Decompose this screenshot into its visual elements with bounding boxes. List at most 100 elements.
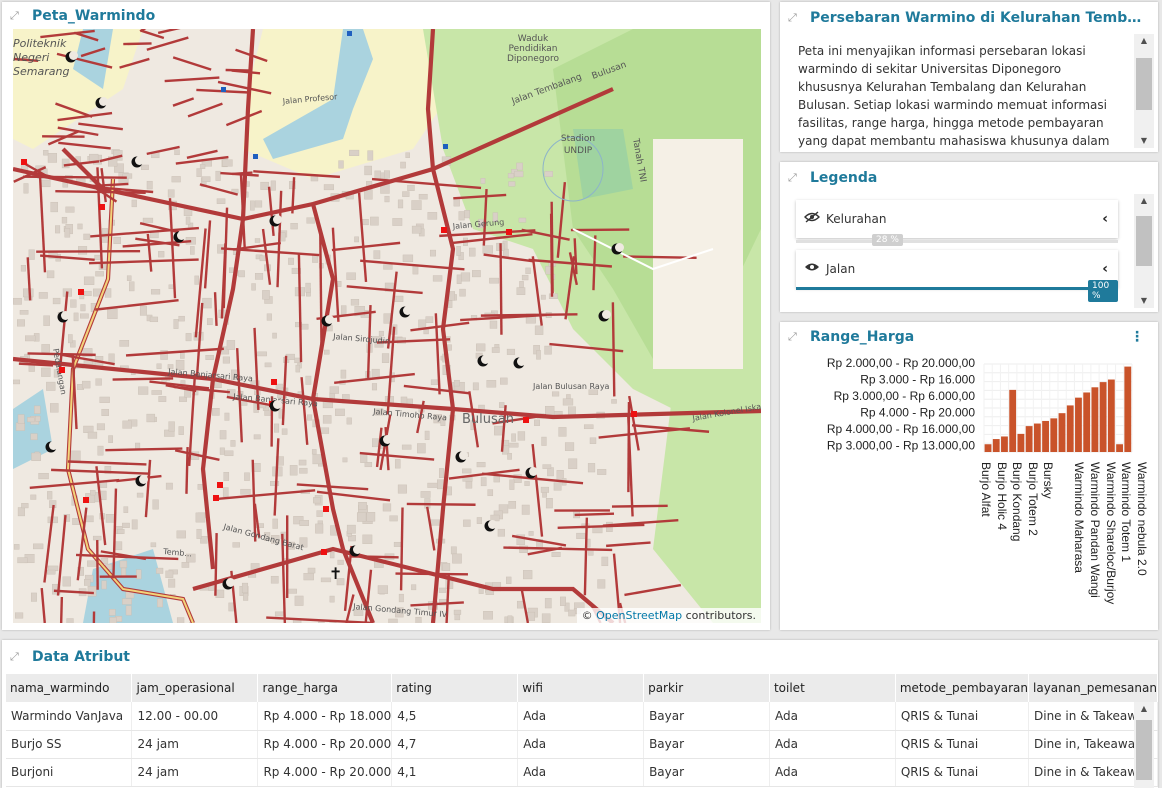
x-tick-label: Warmindo Shareloc/Burjoy bbox=[1104, 462, 1118, 604]
column-header-toilet[interactable]: toilet bbox=[769, 674, 896, 702]
legend-layer-jalan[interactable]: Jalan ‹ bbox=[796, 250, 1118, 288]
building bbox=[324, 349, 330, 355]
column-header-range_harga[interactable]: range_harga bbox=[257, 674, 393, 702]
expand-icon[interactable]: ⤢ bbox=[788, 330, 802, 344]
building bbox=[206, 318, 213, 326]
building bbox=[525, 267, 531, 274]
building bbox=[95, 378, 102, 386]
building bbox=[541, 613, 551, 623]
building bbox=[367, 150, 374, 161]
scroll-up-icon[interactable]: ▲ bbox=[1134, 34, 1154, 48]
building bbox=[222, 159, 233, 167]
column-header-nama_warmindo[interactable]: nama_warmindo bbox=[6, 674, 133, 702]
chevron-left-icon[interactable]: ‹ bbox=[1102, 261, 1108, 277]
table-row[interactable]: Burjo SS 24 jam Rp 4.000 - Rp 20.000 4,7 Ada… bbox=[6, 730, 1158, 759]
table-row[interactable]: Warmindo VanJava 12.00 - 00.00 Rp 4.000 - … bbox=[6, 702, 1158, 731]
building bbox=[551, 391, 560, 397]
warmindo-marker bbox=[506, 229, 512, 235]
scroll-thumb[interactable] bbox=[1136, 216, 1152, 266]
more-vertical-icon[interactable]: ⋮ bbox=[1130, 330, 1144, 344]
building bbox=[542, 464, 552, 469]
building bbox=[534, 325, 544, 335]
scroll-down-icon[interactable]: ▼ bbox=[1134, 134, 1154, 148]
mosque-icon-cut bbox=[325, 315, 334, 324]
mosque-icon-cut bbox=[61, 311, 70, 320]
building bbox=[254, 238, 261, 243]
building bbox=[412, 265, 419, 275]
street bbox=[59, 596, 64, 623]
chart-bar bbox=[1075, 397, 1082, 452]
column-header-wifi[interactable]: wifi bbox=[517, 674, 645, 702]
building bbox=[420, 491, 431, 498]
legend-layer-kelurahan[interactable]: Kelurahan ‹ bbox=[796, 200, 1118, 238]
table-cell: QRIS & Tunai bbox=[895, 702, 1030, 731]
map-canvas[interactable]: Politeknik Negeri Semarang Waduk Pendidikan D… bbox=[13, 29, 761, 623]
eye-icon[interactable] bbox=[804, 261, 822, 277]
building bbox=[77, 223, 83, 230]
chevron-left-icon[interactable]: ‹ bbox=[1102, 211, 1108, 227]
column-header-jam_operasional[interactable]: jam_operasional bbox=[131, 674, 259, 702]
scroll-up-icon[interactable]: ▲ bbox=[1134, 194, 1154, 208]
expand-icon[interactable]: ⤢ bbox=[10, 9, 24, 23]
chart-bar bbox=[1001, 436, 1008, 452]
building bbox=[253, 434, 261, 440]
building bbox=[597, 579, 606, 589]
building bbox=[90, 489, 96, 496]
scroll-up-icon[interactable]: ▲ bbox=[1134, 702, 1154, 716]
column-header-layanan_pemesanan[interactable]: layanan_pemesanan bbox=[1028, 674, 1158, 702]
place-label: Semarang bbox=[13, 65, 69, 78]
map-svg[interactable]: PoliteknikNegeriSemarang WadukPendidikanD… bbox=[13, 29, 761, 623]
building bbox=[254, 523, 264, 529]
building bbox=[46, 270, 55, 279]
eye-off-icon[interactable] bbox=[804, 211, 822, 227]
table-scrollbar[interactable]: ▲ bbox=[1134, 702, 1154, 788]
mosque-icon-cut bbox=[529, 467, 538, 476]
building bbox=[500, 377, 508, 385]
legend-scrollbar[interactable]: ▲ ▼ bbox=[1134, 194, 1154, 308]
building bbox=[165, 482, 173, 490]
chart-header: ⤢ Range_Harga bbox=[780, 322, 1158, 352]
building bbox=[322, 415, 332, 424]
table-row[interactable]: Burjoni 24 jam Rp 4.000 - Rp 20.000 4,1 Ada B… bbox=[6, 758, 1158, 787]
building bbox=[400, 161, 406, 169]
description-scrollbar[interactable]: ▲ ▼ bbox=[1134, 34, 1154, 148]
building bbox=[558, 427, 567, 437]
building bbox=[243, 593, 249, 601]
building bbox=[430, 519, 441, 526]
opacity-slider-kelurahan[interactable]: 28 % bbox=[796, 234, 1118, 246]
expand-icon[interactable]: ⤢ bbox=[788, 171, 802, 185]
building bbox=[411, 200, 422, 210]
table-cell: Bayar bbox=[643, 758, 770, 787]
building bbox=[125, 605, 132, 616]
column-header-parkir[interactable]: parkir bbox=[643, 674, 770, 702]
building bbox=[576, 532, 586, 539]
range-harga-chart[interactable]: Rp 2.000,00 - Rp 20.000,00 Rp 3.000 - Rp … bbox=[780, 352, 1158, 628]
column-header-metode_pembayaran[interactable]: metode_pembayaran bbox=[895, 674, 1030, 702]
building bbox=[397, 199, 404, 209]
osm-link[interactable]: OpenStreetMap bbox=[596, 609, 682, 622]
building bbox=[427, 482, 438, 488]
scroll-thumb[interactable] bbox=[1136, 58, 1152, 110]
building bbox=[373, 250, 381, 259]
street bbox=[23, 175, 127, 179]
building bbox=[34, 405, 41, 414]
building bbox=[202, 297, 212, 309]
building bbox=[541, 436, 547, 446]
building bbox=[342, 457, 348, 463]
scroll-down-icon[interactable]: ▼ bbox=[1134, 294, 1154, 308]
building bbox=[17, 507, 25, 517]
building bbox=[388, 618, 398, 623]
scroll-thumb[interactable] bbox=[1136, 720, 1152, 780]
building bbox=[151, 390, 162, 395]
expand-icon[interactable]: ⤢ bbox=[788, 11, 802, 25]
building bbox=[506, 576, 512, 584]
building bbox=[224, 412, 230, 421]
expand-icon[interactable]: ⤢ bbox=[10, 650, 24, 664]
building bbox=[122, 598, 132, 605]
building bbox=[219, 447, 225, 455]
building bbox=[329, 386, 339, 394]
building bbox=[305, 375, 312, 385]
building bbox=[87, 560, 97, 567]
opacity-slider-jalan[interactable]: 100 % bbox=[796, 280, 1118, 302]
column-header-rating[interactable]: rating bbox=[391, 674, 519, 702]
